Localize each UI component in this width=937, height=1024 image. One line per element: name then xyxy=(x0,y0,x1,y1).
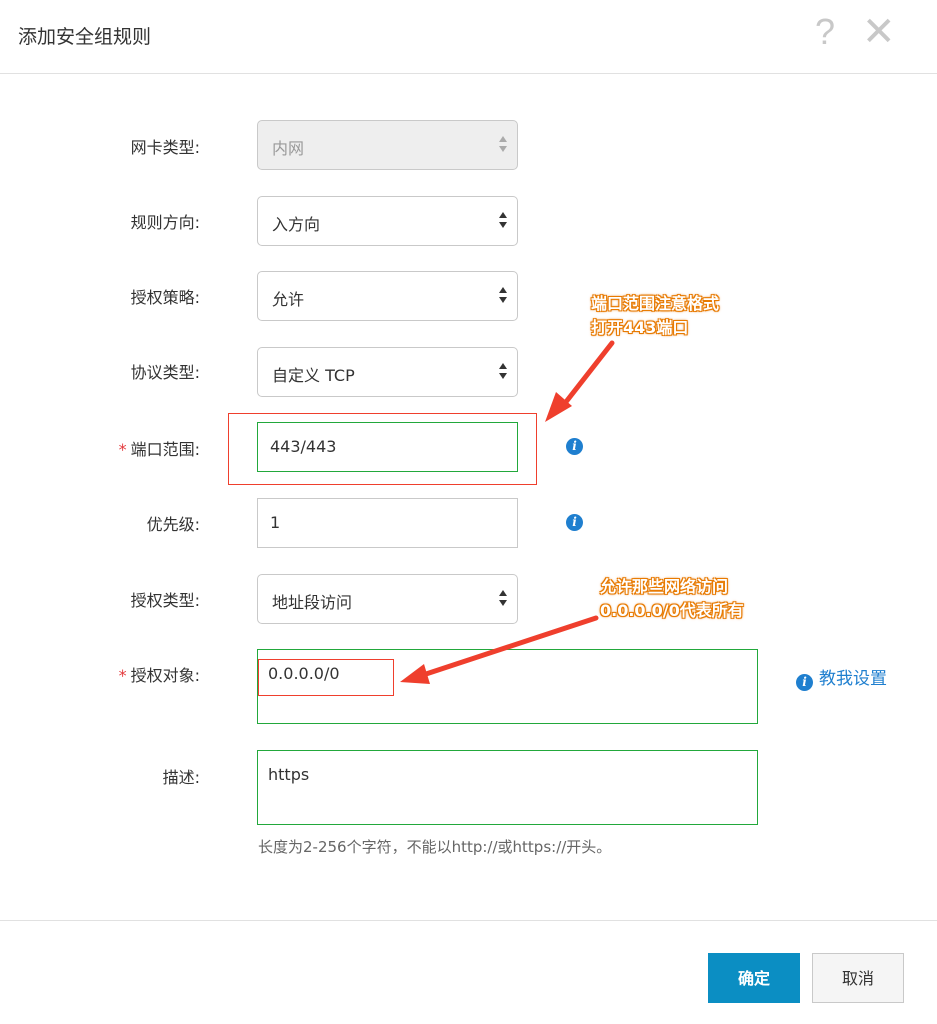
dialog-header: 添加安全组规则 ? ✕ xyxy=(0,0,937,74)
auth-object-highlight-box xyxy=(258,659,394,696)
description-textarea[interactable]: https xyxy=(257,750,758,825)
close-icon[interactable]: ✕ xyxy=(862,12,896,52)
auth-type-label: 授权类型: xyxy=(130,591,200,610)
select-arrows-icon xyxy=(498,285,508,309)
port-range-highlight-box xyxy=(228,413,537,485)
protocol-label: 协议类型: xyxy=(130,363,200,382)
select-arrows-icon xyxy=(498,588,508,612)
select-arrows-icon xyxy=(498,210,508,234)
port-range-info-icon[interactable]: i xyxy=(566,438,583,455)
required-mark: * xyxy=(118,666,127,685)
add-security-group-rule-dialog: 添加安全组规则 ? ✕ 网卡类型: 内网 规则方向: 入方向 授权策略: 允许 … xyxy=(0,0,937,1024)
protocol-select[interactable]: 自定义 TCP xyxy=(257,347,518,397)
help-icon[interactable]: ? xyxy=(815,14,835,50)
auth-type-select[interactable]: 地址段访问 xyxy=(257,574,518,624)
description-label: 描述: xyxy=(162,768,200,787)
priority-value: 1 xyxy=(270,513,281,532)
info-icon: i xyxy=(796,674,813,691)
cancel-button[interactable]: 取消 xyxy=(812,953,904,1003)
priority-input[interactable]: 1 xyxy=(257,498,518,548)
policy-label: 授权策略: xyxy=(130,288,200,307)
nic-type-select[interactable]: 内网 xyxy=(257,120,518,170)
direction-label: 规则方向: xyxy=(130,213,200,232)
teach-me-setup-link[interactable]: i 教我设置 xyxy=(796,664,887,691)
port-range-label: * 端口范围: xyxy=(118,440,200,459)
description-hint: 长度为2-256个字符，不能以http://或https://开头。 xyxy=(258,838,612,856)
policy-select[interactable]: 允许 xyxy=(257,271,518,321)
required-mark: * xyxy=(118,440,127,459)
dialog-title: 添加安全组规则 xyxy=(18,26,152,48)
direction-value: 入方向 xyxy=(272,215,321,234)
object-annotation-note: 允许那些网络访问 0.0.0.0/0代表所有 xyxy=(600,577,744,620)
port-annotation-note: 端口范围注意格式 打开443端口 xyxy=(591,294,720,337)
direction-select[interactable]: 入方向 xyxy=(257,196,518,246)
select-arrows-icon xyxy=(498,361,508,385)
dialog-footer: 确定 取消 xyxy=(0,920,937,1024)
port-arrow xyxy=(545,340,615,422)
auth-type-value: 地址段访问 xyxy=(272,593,353,612)
protocol-value: 自定义 TCP xyxy=(272,366,355,385)
policy-value: 允许 xyxy=(272,290,305,309)
auth-object-label: * 授权对象: xyxy=(118,666,200,685)
confirm-button[interactable]: 确定 xyxy=(708,953,800,1003)
priority-label: 优先级: xyxy=(146,515,200,534)
priority-info-icon[interactable]: i xyxy=(566,514,583,531)
nic-type-label: 网卡类型: xyxy=(130,138,200,157)
nic-type-value: 内网 xyxy=(272,139,305,158)
select-arrows-icon xyxy=(498,134,508,158)
description-value: https xyxy=(268,765,310,784)
